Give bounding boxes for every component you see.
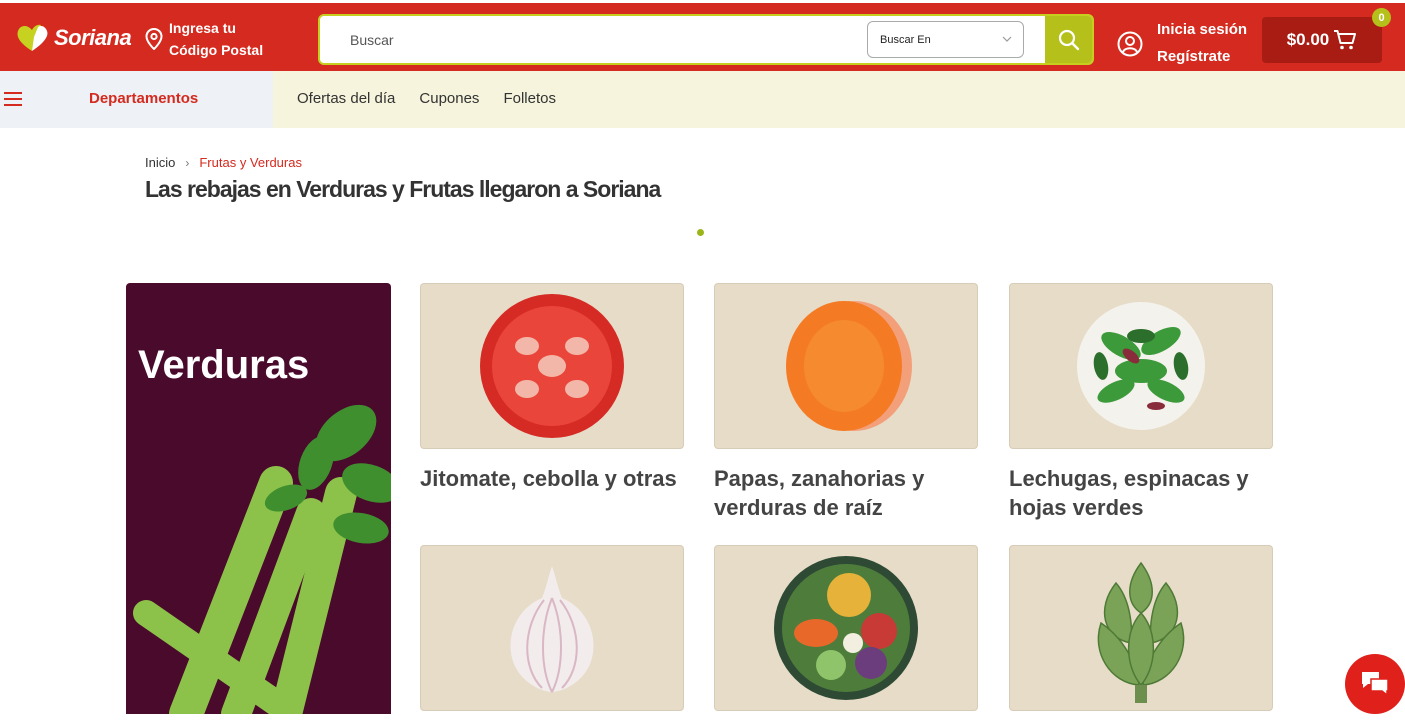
carrot-slice-icon — [786, 301, 912, 431]
category-card-jitomate[interactable]: Jitomate, cebolla y otras — [420, 283, 684, 493]
secondary-nav: Departamentos Ofertas del día Cupones Fo… — [0, 71, 1405, 128]
soriana-logo[interactable]: Soriana — [16, 23, 132, 53]
heart-leaf-logo-icon — [17, 24, 48, 51]
category-label: Jitomate, cebolla y otras — [420, 466, 677, 491]
tomato-icon — [480, 294, 624, 438]
login-link[interactable]: Inicia sesión — [1157, 19, 1247, 41]
departments-menu[interactable]: Departamentos — [0, 71, 273, 128]
chat-bubbles-icon — [1362, 672, 1389, 697]
card-image — [1009, 545, 1273, 711]
breadcrumb-separator: › — [185, 155, 190, 170]
search-scope-label: Buscar En — [880, 33, 931, 46]
breadcrumb-home[interactable]: Inicio — [145, 155, 175, 170]
carousel-dot[interactable] — [697, 229, 704, 236]
search-input[interactable] — [320, 16, 865, 63]
verduras-banner[interactable]: Verduras — [126, 283, 391, 714]
card-image — [420, 545, 684, 711]
card-image — [420, 283, 684, 449]
shopping-cart-icon — [1334, 30, 1357, 50]
search-icon — [1058, 29, 1079, 50]
cart-count-badge: 0 — [1372, 8, 1391, 27]
salad-bowl-icon — [774, 556, 918, 700]
breadcrumb-current[interactable]: Frutas y Verduras — [199, 155, 302, 170]
breadcrumb: Inicio › Frutas y Verduras — [145, 155, 302, 170]
category-label: Papas, zanahorias y verduras de raíz — [714, 466, 925, 520]
page-title: Las rebajas en Verduras y Frutas llegaro… — [145, 176, 661, 202]
category-card-ajo[interactable] — [420, 545, 684, 726]
top-header: Soriana Ingresa tu Código Postal Buscar … — [0, 0, 1405, 71]
postal-code-selector[interactable]: Ingresa tu Código Postal — [145, 17, 263, 61]
nav-link-cupones[interactable]: Cupones — [419, 90, 479, 107]
search-scope-select[interactable]: Buscar En — [867, 21, 1024, 58]
card-image — [1009, 283, 1273, 449]
nav-link-ofertas[interactable]: Ofertas del día — [297, 90, 395, 107]
user-circle-icon[interactable] — [1117, 31, 1143, 57]
departments-label[interactable]: Departamentos — [89, 90, 198, 107]
card-image — [714, 283, 978, 449]
hamburger-menu-icon[interactable] — [4, 92, 22, 106]
account-menu: Inicia sesión Regístrate — [1117, 19, 1247, 68]
garlic-icon — [510, 566, 594, 693]
cart-total: $0.00 — [1286, 30, 1330, 49]
register-link[interactable]: Regístrate — [1157, 46, 1247, 68]
category-label: Lechugas, espinacas y hojas verdes — [1009, 466, 1249, 520]
category-card-papas[interactable]: Papas, zanahorias y verduras de raíz — [714, 283, 978, 522]
chevron-down-icon — [1002, 36, 1012, 42]
category-card-ensaladas[interactable] — [714, 545, 978, 726]
category-card-alcachofa[interactable] — [1009, 545, 1273, 726]
postal-line1: Ingresa tu — [169, 20, 236, 36]
chat-button[interactable] — [1345, 654, 1405, 714]
cart-button[interactable]: $0.00 — [1262, 17, 1382, 63]
card-image — [714, 545, 978, 711]
artichoke-icon — [1097, 561, 1185, 703]
logo-text: Soriana — [54, 25, 132, 50]
location-pin-icon — [145, 28, 163, 50]
postal-line2: Código Postal — [169, 42, 264, 58]
salad-greens-icon — [1077, 302, 1205, 430]
search-button[interactable] — [1045, 16, 1092, 63]
search-bar: Buscar En — [318, 14, 1094, 65]
category-card-lechugas[interactable]: Lechugas, espinacas y hojas verdes — [1009, 283, 1273, 522]
celery-image — [133, 404, 391, 714]
nav-link-folletos[interactable]: Folletos — [503, 90, 556, 107]
